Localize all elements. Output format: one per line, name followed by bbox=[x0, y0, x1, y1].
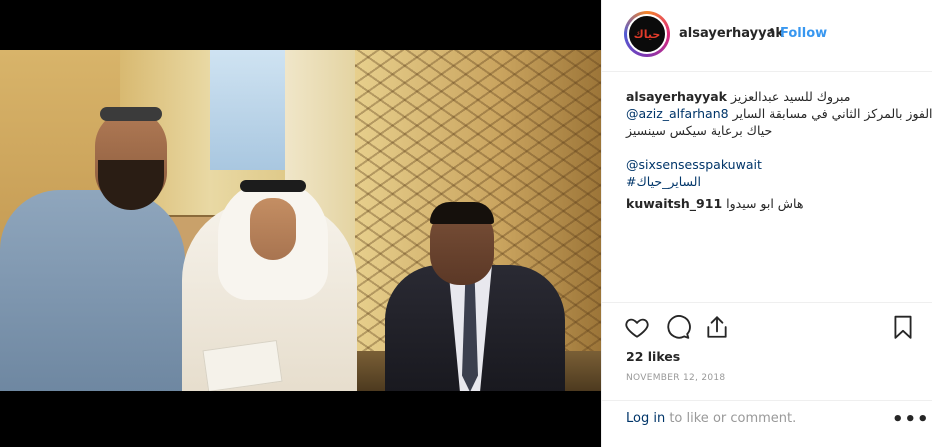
post-side-panel: حياك alsayerhayyak • Follow alsayerhayya… bbox=[601, 0, 932, 447]
comment-text: هاش ابو سيدوا bbox=[726, 196, 804, 211]
login-prompt: Log in to like or comment. bbox=[626, 411, 796, 426]
comment-item: kuwaitsh_911 هاش ابو سيدوا bbox=[626, 195, 916, 212]
post-header: حياك alsayerhayyak • Follow bbox=[602, 0, 932, 72]
comment-username-link[interactable]: kuwaitsh_911 bbox=[626, 196, 722, 211]
caption-username-link[interactable]: alsayerhayyak bbox=[626, 89, 727, 104]
caption-mention-sixsenses[interactable]: @sixsensesspakuwait bbox=[626, 157, 762, 172]
caption-hashtag[interactable]: #الساير_حياك bbox=[626, 174, 701, 189]
caption-line-2: @aziz_alfarhan8 الفوز بالمركز الثاني في … bbox=[626, 105, 932, 122]
caption-line-1: alsayerhayyak مبروك للسيد عبدالعزيز bbox=[626, 88, 916, 105]
header-separator: • bbox=[768, 24, 776, 39]
post-footer: Log in to like or comment. ••• bbox=[602, 400, 932, 447]
more-options-icon[interactable]: ••• bbox=[892, 409, 930, 430]
comments-section: alsayerhayyak مبروك للسيد عبدالعزيز @azi… bbox=[626, 88, 932, 212]
post-photo bbox=[0, 50, 601, 391]
avatar[interactable]: حياك bbox=[627, 14, 667, 54]
follow-button[interactable]: Follow bbox=[780, 26, 827, 41]
avatar-logo: حياك bbox=[633, 27, 661, 41]
likes-count[interactable]: 22 likes bbox=[626, 349, 680, 364]
post-media[interactable] bbox=[0, 0, 601, 447]
login-link[interactable]: Log in bbox=[626, 411, 665, 426]
login-suffix: to like or comment. bbox=[665, 411, 797, 426]
caption-mention-aziz[interactable]: @aziz_alfarhan8 bbox=[626, 106, 729, 121]
caption-line-4: @sixsensesspakuwait bbox=[626, 156, 916, 173]
post-actions: 22 likes NOVEMBER 12, 2018 bbox=[602, 302, 932, 400]
caption-line-3: حياك برعاية سيكس سينسيز bbox=[626, 123, 773, 138]
caption-text-2: الفوز بالمركز الثاني في مسابقة الساير bbox=[732, 106, 932, 121]
caption-line-5: #الساير_حياك bbox=[626, 173, 916, 190]
share-icon[interactable] bbox=[704, 314, 730, 340]
bookmark-icon[interactable] bbox=[890, 314, 916, 340]
comment-icon[interactable] bbox=[665, 314, 691, 340]
heart-icon[interactable] bbox=[624, 314, 650, 340]
post-date[interactable]: NOVEMBER 12, 2018 bbox=[626, 373, 725, 383]
avatar-story-ring[interactable]: حياك bbox=[624, 11, 670, 57]
caption-text-1: مبروك للسيد عبدالعزيز bbox=[730, 89, 851, 104]
